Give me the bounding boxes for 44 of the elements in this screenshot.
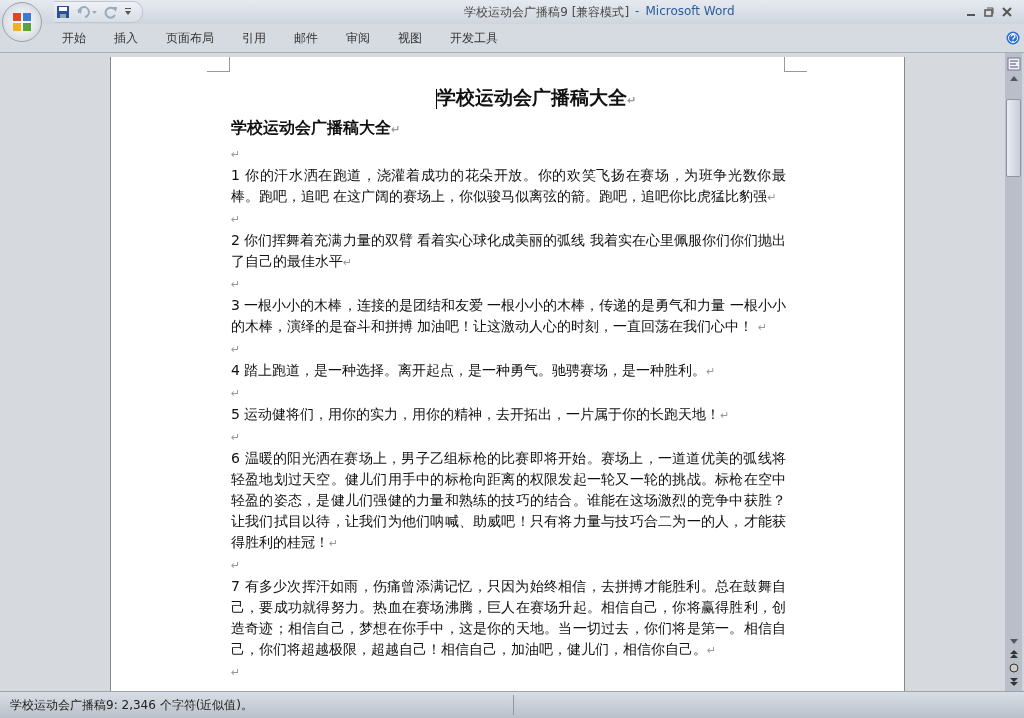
paragraph-mark: ↵ (231, 278, 241, 291)
document-heading: 学校运动会广播稿大全↵ (231, 118, 401, 137)
paragraph: 5 运动健将们，用你的实力，用你的精神，去开拓出，一片属于你的长跑天地！↵ (231, 406, 730, 422)
help-icon[interactable] (1006, 31, 1020, 45)
scroll-thumb[interactable] (1006, 99, 1021, 177)
app-name: Microsoft Word (645, 3, 735, 20)
next-page-icon[interactable] (1008, 677, 1019, 687)
paragraph-mark: ↵ (231, 213, 241, 226)
window-title: 学校运动会广播稿9 [兼容模式] (464, 3, 630, 21)
paragraph-mark: ↵ (231, 559, 241, 572)
ribbon-tab[interactable]: 审阅 (332, 26, 384, 50)
ribbon-tab[interactable]: 页面布局 (152, 26, 228, 50)
scroll-down-icon[interactable] (1008, 639, 1019, 645)
close-icon[interactable] (1002, 7, 1012, 17)
ribbon-tab[interactable]: 引用 (228, 26, 280, 50)
paragraph: 6 温暖的阳光洒在赛场上，男子乙组标枪的比赛即将开始。赛场上，一道道优美的弧线将轻盈地划过天空。健儿们用手中的标枪向距离的权限发起一轮又一轮的挑战。标枪在空中轻盈的姿态，是健儿们强健的力量和熟练的技巧的结合。谁能在这场激烈的竞争中获胜？让我们拭目以待，让我们为他们呐喊、助威吧！只有将力量与技巧合二为一的人，才能获得胜利的桂冠！↵ (231, 450, 786, 550)
paragraph: 4 踏上跑道，是一种选择。离开起点，是一种勇气。驰骋赛场，是一种胜利。↵ (231, 362, 716, 378)
ribbon-tab[interactable]: 视图 (384, 26, 436, 50)
paragraph: 7 有多少次挥汗如雨，伤痛曾添满记忆，只因为始终相信，去拼搏才能胜利。总在鼓舞自己，要成功就得努力。热血在赛场沸腾，巨人在赛场升起。相信自己，你将赢得胜利，创造奇迹；相信自己，梦想在你手中，这是你的天地。当一切过去，你们将是第一。相信自己，你们将超越极限，超越自己！相信自己，加油吧，健儿们，相信你自己。↵ (231, 578, 786, 657)
paragraph-mark: ↵ (231, 666, 241, 679)
ribbon-tab[interactable]: 邮件 (280, 26, 332, 50)
crop-mark (207, 57, 230, 72)
ribbon-tab[interactable]: 开始 (48, 26, 100, 50)
text-cursor (435, 88, 437, 109)
office-logo-icon (10, 10, 34, 34)
document-title: 学校运动会广播稿大全↵ (436, 86, 637, 108)
paragraph: 2 你们挥舞着充满力量的双臂 看着实心球化成美丽的弧线 我着实在心里佩服你们你们抛出了自己的最佳水平↵ (231, 232, 786, 269)
ribbon-tab[interactable]: 开发工具 (436, 26, 512, 50)
paragraph-mark: ↵ (231, 387, 241, 400)
paragraph-mark: ↵ (231, 343, 241, 356)
ribbon-tab[interactable]: 插入 (100, 26, 152, 50)
crop-mark (784, 57, 807, 72)
paragraph-mark: ↵ (231, 148, 241, 161)
restore-icon[interactable] (984, 7, 994, 17)
browse-object-icon[interactable] (1008, 663, 1019, 673)
save-icon[interactable] (56, 5, 70, 19)
status-text: 学校运动会广播稿9: 2,346 个字符(近似值)。 (9, 696, 254, 714)
title-separator: - (635, 3, 640, 20)
paragraph: 1 你的汗水洒在跑道，浇灌着成功的花朵开放。你的欢笑飞扬在赛场，为班争光数你最棒。跑吧，追吧 在这广阔的赛场上，你似骏马似离弦的箭。跑吧，追吧你比虎猛比豹强↵ (231, 167, 786, 204)
paragraph: 3 一根小小的木棒，连接的是团结和友爱 一根小小的木棒，传递的是勇气和力量 一根小小的木棒，演绎的是奋斗和拼搏 加油吧！让这激动人心的时刻，一直回荡在我们心中！ ↵ (231, 297, 786, 334)
previous-page-icon[interactable] (1008, 649, 1019, 659)
customize-caret-icon[interactable] (124, 7, 132, 17)
paragraph-mark: ↵ (231, 431, 241, 444)
scroll-up-icon[interactable] (1008, 75, 1019, 81)
